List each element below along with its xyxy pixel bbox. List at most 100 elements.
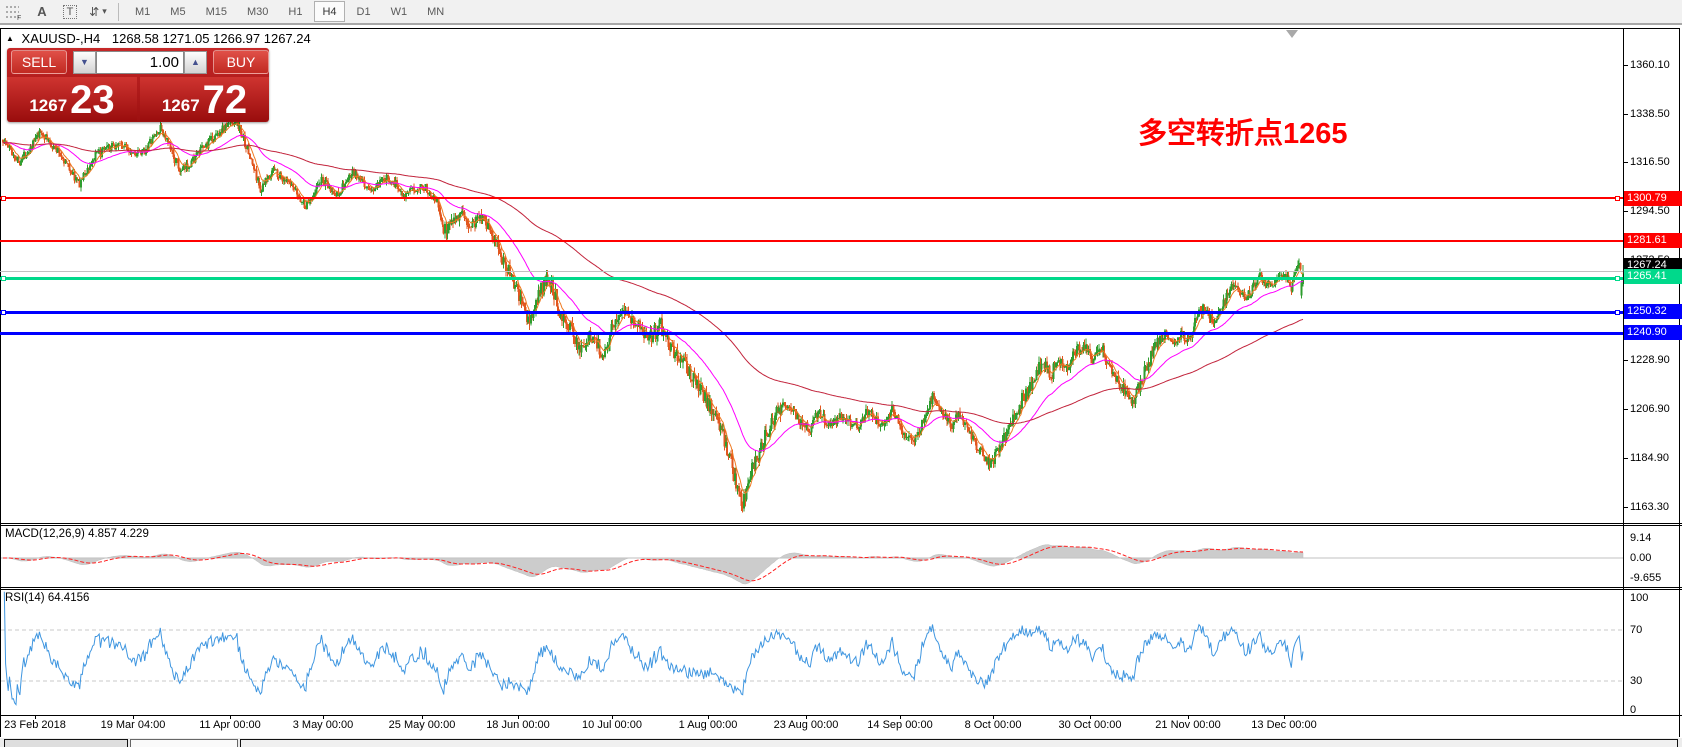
text-tool-button[interactable]: T — [58, 2, 82, 21]
buy-price-display[interactable]: 1267 72 — [140, 77, 269, 121]
time-tick-label: 19 Mar 04:00 — [101, 719, 166, 731]
timeframe-button-w1[interactable]: W1 — [383, 1, 416, 22]
arrows-icon: ⇵ — [89, 5, 99, 19]
buy-button[interactable]: BUY — [213, 50, 269, 74]
toolbar-separator — [118, 3, 119, 21]
indicator-scale-label: 0.00 — [1630, 552, 1651, 564]
price-tick-mark — [1623, 211, 1628, 212]
hline-handle[interactable] — [1, 310, 6, 315]
timeframe-button-m1[interactable]: M1 — [127, 1, 158, 22]
indicator-scale-label: -9.655 — [1630, 572, 1661, 584]
hline-handle[interactable] — [1615, 276, 1620, 281]
text-icon: T — [63, 5, 78, 19]
text-label-tool-button[interactable]: A — [30, 2, 54, 21]
sell-button[interactable]: SELL — [11, 50, 67, 74]
time-tick-label: 3 May 00:00 — [293, 719, 354, 731]
timeframe-button-h1[interactable]: H1 — [280, 1, 310, 22]
timeframe-button-m30[interactable]: M30 — [239, 1, 276, 22]
indicator-scale-label: 0 — [1630, 704, 1636, 716]
triangle-up-icon: ▲ — [191, 57, 200, 67]
rsi-canvas — [1, 590, 1623, 715]
mt4-window: F A T ⇵ ▾ M1M5M15M30H1H4D1W1MN ▲ XAUUSD-… — [0, 0, 1682, 747]
horizontal-line-1250.32[interactable] — [0, 311, 1623, 314]
hline-handle[interactable] — [1, 196, 6, 201]
time-tick-label: 23 Feb 2018 — [4, 719, 66, 731]
time-tick-label: 25 May 00:00 — [389, 719, 456, 731]
fibonacci-tool-button[interactable]: F — [2, 2, 26, 21]
timeframe-bar: M1M5M15M30H1H4D1W1MN — [125, 1, 454, 22]
panel-separator[interactable] — [0, 523, 1682, 524]
hline-handle[interactable] — [1615, 310, 1620, 315]
macd-label: MACD(12,26,9) 4.857 4.229 — [5, 528, 149, 540]
arrow-tools-button[interactable]: ⇵ ▾ — [86, 2, 110, 21]
indicator-scale-label: 70 — [1630, 624, 1642, 636]
chart-tab[interactable] — [130, 739, 238, 747]
price-tick-mark — [1623, 458, 1628, 459]
price-tick-mark — [1623, 114, 1628, 115]
price-tick-label: 1206.90 — [1630, 403, 1670, 415]
trade-panel-controls: SELL ▼ ▲ BUY — [7, 48, 269, 76]
toolbar: F A T ⇵ ▾ M1M5M15M30H1H4D1W1MN — [0, 0, 1682, 25]
price-tick-label: 1228.90 — [1630, 354, 1670, 366]
chart-shift-marker-icon[interactable] — [1286, 30, 1298, 38]
horizontal-line-1300.79[interactable] — [0, 197, 1623, 199]
triangle-down-icon: ▼ — [80, 57, 89, 67]
buy-price-small: 1267 — [162, 96, 200, 116]
time-tick-label: 21 Nov 00:00 — [1155, 719, 1220, 731]
hline-handle[interactable] — [1, 276, 6, 281]
horizontal-line-1281.61[interactable] — [0, 240, 1623, 242]
horizontal-line-1240.9[interactable] — [0, 332, 1623, 335]
hline-handle[interactable] — [1615, 196, 1620, 201]
price-tick-label: 1360.10 — [1630, 59, 1670, 71]
panel-separator[interactable] — [0, 587, 1682, 588]
time-tick-label: 11 Apr 00:00 — [199, 719, 261, 731]
price-tick-label: 1163.30 — [1630, 501, 1669, 513]
timeframe-button-m15[interactable]: M15 — [198, 1, 235, 22]
timeframe-button-d1[interactable]: D1 — [349, 1, 379, 22]
price-tick-mark — [1623, 65, 1628, 66]
price-tick-mark — [1623, 360, 1628, 361]
volume-increase-button[interactable]: ▲ — [184, 51, 207, 74]
time-tick-label: 18 Jun 00:00 — [486, 719, 550, 731]
buy-price-big: 72 — [203, 80, 248, 120]
time-tick-label: 10 Jul 00:00 — [582, 719, 642, 731]
volume-decrease-button[interactable]: ▼ — [73, 51, 96, 74]
symbol-period-label: XAUUSD-,H4 — [22, 31, 101, 46]
chart-tab[interactable] — [240, 739, 1678, 747]
chart-text-annotation[interactable]: 多空转折点1265 — [1138, 110, 1388, 152]
horizontal-line-1268.5[interactable] — [0, 271, 1623, 272]
rsi-label: RSI(14) 64.4156 — [5, 592, 89, 604]
time-tick-label: 30 Oct 00:00 — [1059, 719, 1122, 731]
price-tick-mark — [1623, 507, 1628, 508]
time-tick-label: 13 Dec 00:00 — [1251, 719, 1316, 731]
fibonacci-icon: F — [5, 4, 23, 20]
timeframe-button-h4[interactable]: H4 — [314, 1, 344, 22]
timeframe-button-m5[interactable]: M5 — [162, 1, 193, 22]
collapse-arrow-icon[interactable]: ▲ — [6, 34, 14, 43]
price-tick-label: 1338.50 — [1630, 108, 1670, 120]
indicator-scale-label: 9.14 — [1630, 532, 1651, 544]
price-level-badge: 1240.90 — [1624, 325, 1682, 340]
indicator-scale-label: 30 — [1630, 675, 1642, 687]
macd-canvas — [1, 526, 1623, 587]
volume-widget: ▼ ▲ — [73, 50, 207, 74]
sell-price-display[interactable]: 1267 23 — [7, 77, 137, 121]
sell-price-big: 23 — [70, 80, 115, 120]
time-tick-label: 8 Oct 00:00 — [965, 719, 1022, 731]
time-tick-label: 14 Sep 00:00 — [867, 719, 932, 731]
volume-input[interactable] — [96, 51, 184, 74]
chart-header: ▲ XAUUSD-,H4 1268.58 1271.05 1266.97 126… — [6, 31, 311, 46]
timeframe-button-mn[interactable]: MN — [419, 1, 452, 22]
price-level-badge: 1300.79 — [1624, 191, 1682, 206]
price-axis-divider — [1623, 28, 1624, 715]
price-tick-mark — [1623, 409, 1628, 410]
ohlc-values: 1268.58 1271.05 1266.97 1267.24 — [112, 31, 311, 46]
indicator-scale-label: 100 — [1630, 592, 1648, 604]
horizontal-line-1265.41[interactable] — [0, 277, 1623, 280]
price-tick-label: 1294.50 — [1630, 205, 1670, 217]
text-label-icon: A — [37, 4, 46, 19]
chart-tab[interactable] — [4, 739, 128, 747]
price-level-badge: 1250.32 — [1624, 304, 1682, 319]
chevron-down-icon: ▾ — [102, 6, 107, 17]
sell-price-small: 1267 — [29, 96, 67, 116]
